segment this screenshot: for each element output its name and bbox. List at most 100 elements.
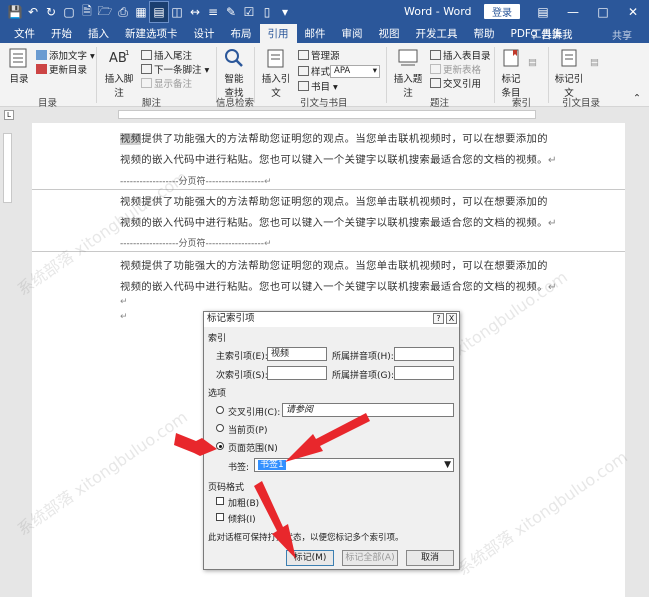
cross-reference-input[interactable]: 请参阅 xyxy=(282,403,454,417)
insert-caption-button[interactable]: 插入题注 xyxy=(390,47,426,99)
undo-icon[interactable]: ↶ xyxy=(24,2,42,22)
document-title: Word - Word xyxy=(404,5,472,18)
share-button[interactable]: 共享 xyxy=(612,27,632,42)
authorities-more-icon[interactable]: ▤ xyxy=(590,57,599,68)
insert-endnote-label: 插入尾注 xyxy=(154,51,193,62)
citation-icon xyxy=(267,49,284,68)
layout-icon[interactable]: ◫ xyxy=(168,2,186,22)
current-page-radio[interactable] xyxy=(216,424,224,432)
draw-icon[interactable]: ✎ xyxy=(222,2,240,22)
index-more-icon[interactable]: ▤ xyxy=(528,57,537,68)
print-icon[interactable]: ⎙ xyxy=(114,2,132,22)
collapse-ribbon-icon[interactable]: ⌃ xyxy=(633,93,641,104)
manage-sources-button[interactable]: 管理源 xyxy=(298,48,340,62)
ruler-strip[interactable] xyxy=(118,110,536,119)
customize-icon[interactable]: ▾ xyxy=(276,2,294,22)
cross-reference-radio[interactable] xyxy=(216,406,224,414)
cross-reference-button[interactable]: 交叉引用 xyxy=(430,76,481,90)
tell-me-label: 告诉我 xyxy=(541,29,573,41)
close-icon[interactable]: ✕ xyxy=(618,0,648,24)
mark-citation-icon xyxy=(561,49,577,67)
insert-table-of-figures-button[interactable]: 插入表目录 xyxy=(430,48,491,62)
tab-review[interactable]: 审阅 xyxy=(334,24,371,43)
main-entry-input[interactable]: 视频 xyxy=(267,347,327,361)
tab-view[interactable]: 视图 xyxy=(371,24,408,43)
toc-icon xyxy=(9,48,27,68)
tab-layout[interactable]: 布局 xyxy=(223,24,260,43)
paragraph-2[interactable]: 视频提供了功能强大的方法帮助您证明您的观点。当您单击联机视频时，可以在想要添加的… xyxy=(120,192,560,234)
repeat-icon[interactable]: ↻ xyxy=(42,2,60,22)
ribbon-options-icon[interactable]: ▤ xyxy=(528,0,558,24)
manage-sources-icon xyxy=(298,50,309,60)
insert-endnote-button[interactable]: 插入尾注 xyxy=(141,48,192,62)
open-icon[interactable]: 🗁 xyxy=(96,2,114,22)
table-icon[interactable]: ▦ xyxy=(132,2,150,22)
svg-text:1: 1 xyxy=(125,49,129,57)
group-divider xyxy=(96,47,97,103)
bibliography-button[interactable]: 书目 ▾ xyxy=(298,79,338,93)
login-button[interactable]: 登录 xyxy=(484,4,520,19)
update-toc-label: 更新目录 xyxy=(49,65,88,76)
insert-footnote-label: 插入脚注 xyxy=(104,74,134,99)
maximize-icon[interactable]: □ xyxy=(588,0,618,24)
tab-selector-icon[interactable]: L xyxy=(4,110,14,120)
save-icon[interactable]: 💾 xyxy=(6,2,24,22)
text-box-icon[interactable]: ▯ xyxy=(258,2,276,22)
tab-help[interactable]: 帮助 xyxy=(466,24,503,43)
citation-style-select[interactable]: APA ▾ xyxy=(330,65,380,78)
update-toc-button[interactable]: 更新目录 xyxy=(36,62,87,76)
paragraph-3[interactable]: 视频提供了功能强大的方法帮助您证明您的观点。当您单击联机视频时，可以在想要添加的… xyxy=(120,256,560,298)
page-range-radio[interactable] xyxy=(216,442,224,450)
page-separator xyxy=(32,251,625,252)
tab-insert[interactable]: 插入 xyxy=(80,24,117,43)
show-notes-button[interactable]: 显示备注 xyxy=(141,76,192,90)
mark-entry-button[interactable]: 标记条目 xyxy=(498,47,524,99)
update-toc-icon xyxy=(36,64,47,74)
mark-citation-button[interactable]: 标记引文 xyxy=(552,47,586,99)
smart-lookup-button[interactable]: 智能查找 xyxy=(220,47,248,99)
tab-references[interactable]: 引用 xyxy=(259,24,297,43)
sub-entry-input[interactable] xyxy=(267,366,327,380)
options-section-label: 选项 xyxy=(208,389,227,399)
tab-developer[interactable]: 开发工具 xyxy=(408,24,466,43)
mark-all-button[interactable]: 标记全部(A) xyxy=(342,550,398,566)
show-notes-icon xyxy=(141,78,152,88)
insert-table-of-figures-label: 插入表目录 xyxy=(443,51,491,62)
tab-mailings[interactable]: 邮件 xyxy=(297,24,334,43)
manage-sources-label: 管理源 xyxy=(311,51,340,62)
checkbox-icon[interactable]: ☑ xyxy=(240,2,258,22)
paragraph-1[interactable]: 视频提供了功能强大的方法帮助您证明您的观点。当您单击联机视频时，可以在想要添加的… xyxy=(120,129,560,171)
bold-checkbox[interactable] xyxy=(216,497,224,505)
tell-me-search[interactable]: ⚲ 告诉我 xyxy=(530,27,573,42)
tab-design[interactable]: 设计 xyxy=(186,24,223,43)
paragraph-2-line-1: 视频提供了功能强大的方法帮助您证明您的观点。当您单击联机视频时，可以在想要添加的 xyxy=(120,196,548,208)
update-table-button[interactable]: 更新表格 xyxy=(430,62,481,76)
vertical-ruler-strip[interactable] xyxy=(3,133,12,203)
tab-file[interactable]: 文件 xyxy=(6,24,43,43)
new-doc-icon[interactable]: 🗎 xyxy=(78,2,96,22)
minimize-icon[interactable]: — xyxy=(558,0,588,24)
main-pinyin-input[interactable] xyxy=(394,347,454,361)
align-icon[interactable]: ≡ xyxy=(204,2,222,22)
spacing-icon[interactable]: ↔ xyxy=(186,2,204,22)
mark-button[interactable]: 标记(M) xyxy=(286,550,334,566)
tab-new[interactable]: 新建选项卡 xyxy=(117,24,186,43)
bookmark-select[interactable]: 书签1 ▼ xyxy=(254,458,454,472)
insert-citation-button[interactable]: 插入引文 xyxy=(258,47,294,99)
group-divider xyxy=(548,47,549,103)
next-footnote-button[interactable]: 下一条脚注 ▾ xyxy=(141,62,209,76)
current-page-label: 当前页(P) xyxy=(228,426,268,436)
next-footnote-icon xyxy=(141,64,152,74)
help-button[interactable]: ? xyxy=(433,313,444,324)
sub-pinyin-input[interactable] xyxy=(394,366,454,380)
cancel-button[interactable]: 取消 xyxy=(406,550,454,566)
tab-home[interactable]: 开始 xyxy=(43,24,80,43)
add-text-button[interactable]: 添加文字 ▾ xyxy=(36,48,95,62)
toc-button[interactable]: 目录 xyxy=(6,47,32,85)
read-mode-icon[interactable]: ▤ xyxy=(149,1,169,23)
format-icon[interactable]: ▢ xyxy=(60,2,78,22)
italic-checkbox[interactable] xyxy=(216,513,224,521)
dialog-title-bar: 标记索引项 ? X xyxy=(204,312,459,327)
dialog-close-button[interactable]: X xyxy=(446,313,457,324)
insert-footnote-button[interactable]: AB 1 插入脚注 xyxy=(102,47,136,99)
